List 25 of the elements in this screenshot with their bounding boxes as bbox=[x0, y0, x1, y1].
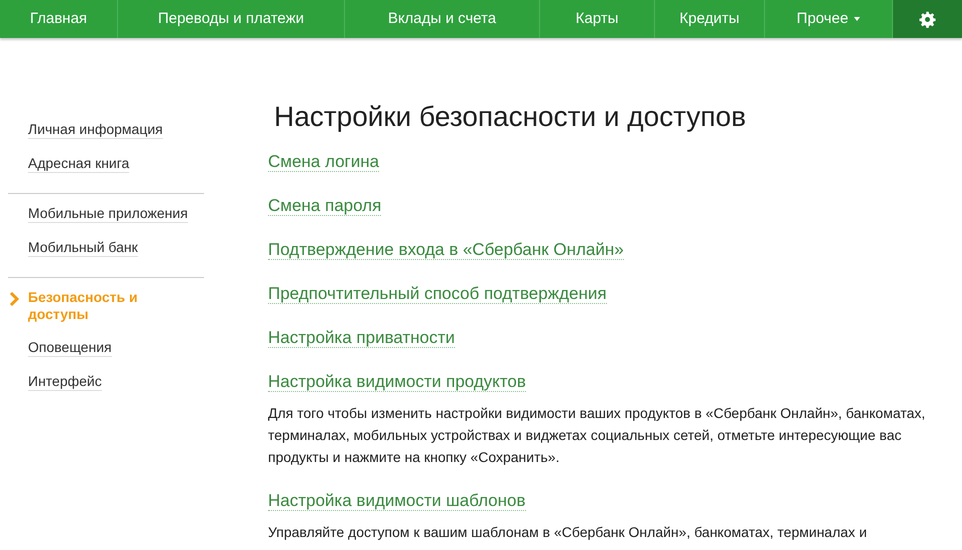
sidebar-link[interactable]: Безопасность и доступы bbox=[28, 289, 198, 323]
section-link[interactable]: Смена пароля bbox=[268, 196, 382, 216]
settings-button[interactable] bbox=[893, 0, 962, 38]
chevron-icon bbox=[8, 291, 20, 307]
sidebar-link[interactable]: Адресная книга bbox=[28, 155, 130, 173]
settings-icon bbox=[919, 10, 936, 28]
page-title: Настройки безопасности и доступов bbox=[274, 100, 747, 134]
section-link[interactable]: Смена логина bbox=[268, 152, 380, 172]
nav-item[interactable]: Главная bbox=[0, 0, 118, 38]
section-description: Для того чтобы изменить настройки видимости ваших продуктов в «Сбербанк Онлайн», банкоматах, терминалах, мобильных устройствах и виджетах социальных сетей, отметьте интересующие вас продукты и нажмите на кнопку «Сохранить». bbox=[268, 404, 926, 467]
nav-item[interactable]: Карты bbox=[540, 0, 655, 38]
section-link[interactable]: Настройка видимости продуктов bbox=[268, 372, 526, 392]
nav-item[interactable]: Кредиты bbox=[655, 0, 765, 38]
sidebar-link[interactable]: Оповещения bbox=[28, 339, 112, 357]
sidebar-link[interactable]: Личная информация bbox=[28, 121, 163, 139]
sidebar-link[interactable]: Интерфейс bbox=[28, 373, 102, 391]
section-link[interactable]: Настройка видимости шаблонов bbox=[268, 490, 526, 511]
nav-item[interactable]: Вклады и счета bbox=[345, 0, 540, 38]
sidebar-link[interactable]: Мобильные приложения bbox=[28, 205, 188, 223]
section-link[interactable]: Подтверждение входа в «Сбербанк Онлайн» bbox=[268, 240, 624, 260]
section-link[interactable]: Предпочтительный способ подтверждения bbox=[268, 284, 607, 304]
nav-item[interactable]: Переводы и платежи bbox=[118, 0, 345, 38]
section-description: Управляйте доступом к вашим шаблонам в «Сбербанк Онлайн», банкоматах, терминалах и bbox=[268, 522, 868, 542]
sidebar-link[interactable]: Мобильный банк bbox=[28, 239, 138, 257]
section-link[interactable]: Настройка приватности bbox=[268, 328, 455, 348]
